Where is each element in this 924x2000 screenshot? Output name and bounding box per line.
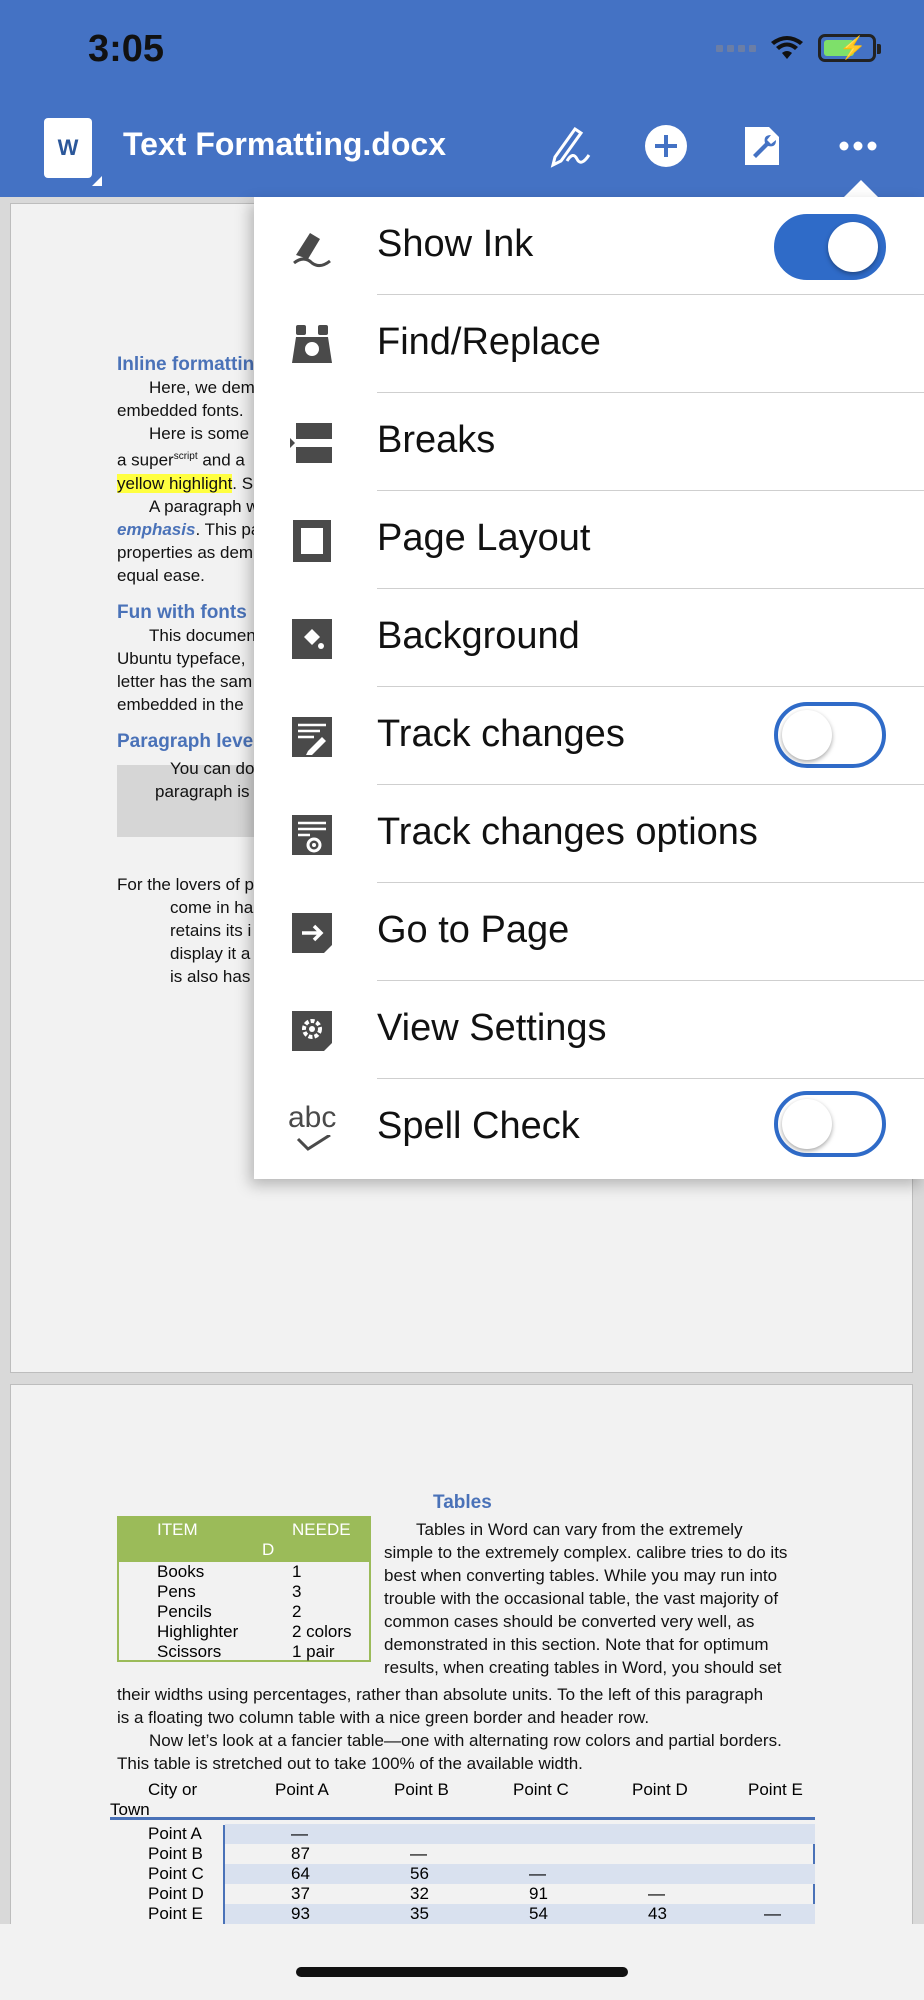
table-row: Point B 87 —: [148, 1844, 427, 1863]
fancy-table-header: City or Point A Point B Point C Point D …: [148, 1780, 803, 1799]
more-options-button[interactable]: [830, 118, 886, 174]
track-changes-toggle[interactable]: [774, 702, 886, 768]
spell-check-toggle[interactable]: [774, 1091, 886, 1157]
menu-item-page-layout[interactable]: Page Layout: [254, 491, 924, 589]
highlighted-text: yellow highlight: [117, 473, 233, 493]
table-header-row: ITEM NEEDE D: [119, 1518, 369, 1562]
heading-fun-with-fonts: Fun with fonts: [117, 601, 247, 623]
menu-item-breaks[interactable]: Breaks: [254, 393, 924, 491]
home-indicator[interactable]: [296, 1967, 628, 1977]
breaks-icon: [290, 423, 332, 463]
view-settings-icon: [292, 1011, 332, 1051]
app-header: 3:05 ⚡ W Text Formatting.docx: [0, 0, 924, 197]
table-row: Point C 64 56 —: [110, 1864, 815, 1884]
green-bordered-table: ITEM NEEDE D Books 1 Pens 3 Pencils 2 Highl…: [117, 1516, 371, 1662]
fancy-table: City or Point A Point B Point C Point D …: [110, 1780, 815, 1925]
wrench-document-icon: [745, 127, 779, 165]
track-changes-options-icon: [292, 815, 332, 855]
document-title: Text Formatting.docx: [123, 126, 446, 162]
menu-item-background[interactable]: Background: [254, 589, 924, 687]
document-text-top: Inline formatting Here, we dem embedded …: [117, 354, 266, 986]
spell-check-icon: abc: [288, 1101, 348, 1151]
table-row: Scissors 1 pair: [157, 1642, 335, 1661]
menu-item-show-ink[interactable]: Show Ink: [254, 197, 924, 295]
track-changes-icon: [292, 717, 332, 757]
table-row: Point A —: [110, 1824, 815, 1844]
plus-circle-icon: [645, 125, 687, 167]
pen-draw-icon: [550, 126, 591, 168]
page-layout-icon: [293, 520, 331, 562]
battery-icon: ⚡: [818, 34, 881, 62]
more-options-menu: Show Ink Find/Replace Breaks Page Layout: [254, 197, 924, 1179]
pen-ink-icon: [293, 233, 331, 268]
table-row: Point E 93 35 54 43 —: [110, 1904, 815, 1924]
go-to-page-icon: [292, 913, 332, 953]
binoculars-icon: [292, 325, 332, 363]
heading-paragraph-level: Paragraph level: [117, 730, 259, 752]
ellipsis-icon: [839, 141, 877, 151]
word-document-icon[interactable]: W: [44, 118, 102, 186]
status-time: 3:05: [88, 28, 165, 70]
paint-bucket-icon: [292, 619, 332, 659]
heading-inline-formatting: Inline formatting: [117, 354, 266, 375]
insert-button[interactable]: [638, 118, 694, 174]
tables-paragraph-full: their widths using percentages, rather t…: [117, 1685, 782, 1773]
table-row: Pencils 2: [157, 1602, 302, 1621]
status-icons: ⚡: [716, 34, 881, 62]
cellular-signal-icon: [716, 44, 756, 52]
menu-item-track-changes[interactable]: Track changes: [254, 687, 924, 785]
menu-item-spell-check[interactable]: abc Spell Check: [254, 1079, 924, 1177]
table-row: Point D 37 32 91 —: [148, 1884, 665, 1903]
tables-paragraph: Tables in Word can vary from the extreme…: [384, 1520, 788, 1677]
show-ink-toggle[interactable]: [774, 214, 886, 280]
tools-button[interactable]: [734, 118, 790, 174]
table-row: Highlighter 2 colors: [157, 1622, 352, 1641]
heading-tables: Tables: [433, 1492, 492, 1513]
menu-item-view-settings[interactable]: View Settings: [254, 981, 924, 1079]
draw-pen-button[interactable]: [542, 118, 598, 174]
menu-item-find-replace[interactable]: Find/Replace: [254, 295, 924, 393]
menu-item-track-changes-options[interactable]: Track changes options: [254, 785, 924, 883]
wifi-icon: [771, 36, 803, 59]
table-row: Pens 3: [157, 1582, 302, 1601]
table-row: Books 1: [157, 1562, 302, 1581]
menu-item-go-to-page[interactable]: Go to Page: [254, 883, 924, 981]
bottom-safe-area: [0, 1924, 924, 2000]
menu-pointer: [843, 180, 879, 198]
